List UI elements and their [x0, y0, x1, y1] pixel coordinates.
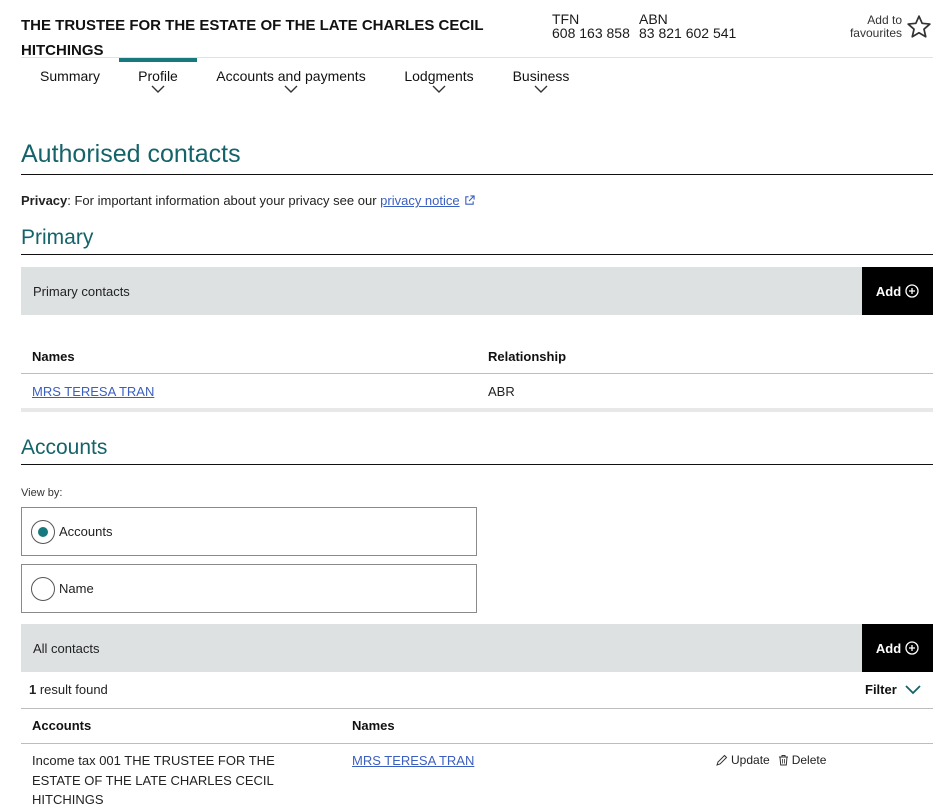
star-icon	[907, 15, 931, 38]
accounts-divider	[21, 464, 933, 465]
column-header-accounts: Accounts	[32, 718, 92, 733]
filter-toggle[interactable]: Filter	[865, 682, 921, 697]
abn-value: 83 821 602 541	[639, 25, 737, 41]
accounts-heading: Accounts	[21, 436, 108, 459]
table-header-divider	[21, 373, 933, 374]
tfn-value: 608 163 858	[552, 25, 630, 41]
chevron-down-icon	[905, 684, 921, 694]
all-contacts-label: All contacts	[33, 641, 100, 656]
page-title: Authorised contacts	[21, 140, 241, 168]
view-by-name-radio[interactable]: Name	[21, 564, 477, 613]
nav-item-label: Accounts and payments	[216, 68, 366, 84]
plus-circle-icon	[905, 284, 919, 298]
external-link-icon	[464, 195, 475, 205]
nav-item-lodgments[interactable]: Lodgments	[385, 58, 493, 103]
primary-heading: Primary	[21, 226, 94, 249]
entity-name: THE TRUSTEE FOR THE ESTATE OF THE LATE C…	[21, 17, 484, 59]
privacy-text: : For important information about your p…	[67, 193, 381, 208]
radio-label: Name	[59, 581, 94, 596]
contact-name-link[interactable]: MRS TERESA TRAN	[352, 753, 474, 768]
column-header-relationship: Relationship	[488, 349, 567, 364]
add-contact-button[interactable]: Add	[862, 624, 933, 672]
column-header-names: Names	[32, 349, 75, 364]
all-contacts-bar: All contacts Add	[21, 624, 933, 672]
add-primary-contact-button[interactable]: Add	[862, 267, 933, 315]
primary-contacts-label: Primary contacts	[33, 284, 130, 299]
nav-item-label: Summary	[40, 68, 100, 84]
radio-selected-icon	[31, 520, 55, 544]
nav-item-business[interactable]: Business	[493, 58, 589, 103]
chevron-down-icon	[284, 85, 298, 93]
privacy-notice-text: Privacy: For important information about…	[21, 193, 475, 208]
main-nav: Summary Profile Accounts and payments Lo…	[21, 58, 589, 103]
pencil-icon	[716, 754, 728, 766]
view-by-accounts-radio[interactable]: Accounts	[21, 507, 477, 556]
add-to-favourites-button[interactable]: Add to favourites	[846, 14, 932, 40]
radio-label: Accounts	[59, 524, 113, 539]
table-header-divider	[21, 743, 933, 744]
abn-block: ABN 83 821 602 541	[639, 12, 736, 40]
trash-icon	[778, 755, 788, 766]
primary-contact-relationship: ABR	[488, 384, 515, 399]
title-divider	[21, 174, 933, 175]
update-button[interactable]: Update	[716, 753, 770, 767]
favourites-label: Add to favourites	[849, 13, 902, 40]
primary-divider	[21, 254, 933, 255]
result-count: 1 result found	[29, 682, 108, 697]
plus-circle-icon	[905, 641, 919, 655]
column-header-names: Names	[352, 718, 395, 733]
view-by-label: View by:	[21, 487, 63, 499]
privacy-notice-link[interactable]: privacy notice	[380, 193, 459, 208]
chevron-down-icon	[151, 85, 165, 93]
tfn-label: TFN	[552, 11, 580, 27]
primary-contact-name-link[interactable]: MRS TERESA TRAN	[32, 384, 154, 399]
table-bottom-divider	[21, 408, 933, 412]
nav-item-label: Profile	[138, 68, 178, 84]
privacy-label: Privacy	[21, 193, 68, 208]
radio-unselected-icon	[31, 577, 55, 601]
abn-label: ABN	[639, 11, 668, 27]
account-cell: Income tax 001 THE TRUSTEE FOR THE ESTAT…	[32, 753, 275, 807]
delete-button[interactable]: Delete	[778, 753, 826, 767]
nav-item-accounts-and-payments[interactable]: Accounts and payments	[197, 58, 385, 103]
chevron-down-icon	[534, 85, 548, 93]
results-divider	[21, 708, 933, 709]
nav-item-summary[interactable]: Summary	[21, 58, 119, 103]
chevron-down-icon	[432, 85, 446, 93]
row-actions: Update Delete	[716, 753, 834, 767]
nav-item-label: Lodgments	[404, 68, 474, 84]
nav-item-label: Business	[512, 68, 570, 84]
tfn-block: TFN 608 163 858	[552, 12, 630, 40]
primary-contacts-bar: Primary contacts Add	[21, 267, 933, 315]
nav-item-profile[interactable]: Profile	[119, 58, 197, 103]
